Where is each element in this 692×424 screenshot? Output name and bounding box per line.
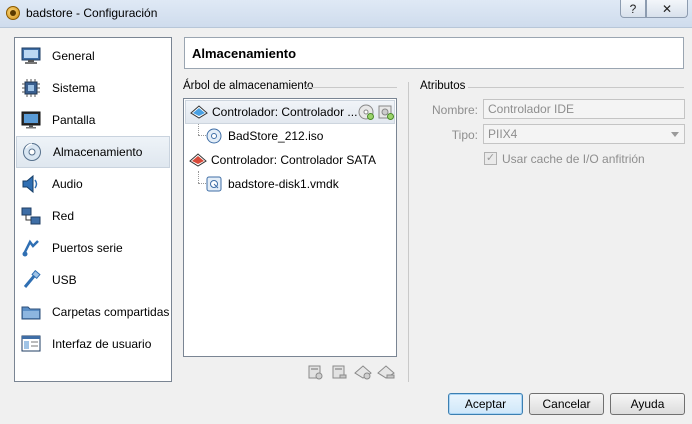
tree-item-label: BadStore_212.iso	[228, 129, 324, 143]
add-hard-disk-icon[interactable]	[378, 104, 394, 120]
tree-item-label: badstore-disk1.vmdk	[228, 177, 339, 191]
sidebar-item-puertos-serie[interactable]: Puertos serie	[16, 232, 170, 264]
sidebar-item-almacenamiento[interactable]: Almacenamiento	[16, 136, 170, 168]
sidebar-item-red[interactable]: Red	[16, 200, 170, 232]
tree-item-ide-controller[interactable]: Controlador: Controlador ...	[185, 100, 395, 124]
tree-item-optical-disk[interactable]: BadStore_212.iso	[206, 124, 323, 148]
title-bar: badstore - Configuración ? ✕	[0, 0, 692, 28]
settings-category-list: General Sistema Pantalla Almacenamiento …	[14, 37, 172, 382]
name-label: Nombre:	[431, 103, 478, 117]
shared-folder-icon	[20, 301, 42, 323]
cancel-button[interactable]: Cancelar	[529, 393, 604, 415]
vertical-divider	[408, 82, 409, 382]
type-label: Tipo:	[451, 128, 478, 142]
name-field[interactable]: Controlador IDE	[483, 99, 685, 119]
add-optical-drive-icon[interactable]	[358, 104, 374, 120]
group-divider	[468, 87, 684, 88]
display-icon	[20, 109, 42, 131]
hard-disk-icon	[206, 176, 222, 192]
remove-attachment-icon[interactable]	[330, 363, 348, 381]
page-title: Almacenamiento	[184, 37, 684, 69]
ide-controller-icon	[190, 104, 208, 120]
attributes-group-label: Atributos	[420, 80, 466, 92]
tree-item-hard-disk[interactable]: badstore-disk1.vmdk	[206, 172, 339, 196]
sidebar-item-label: Red	[52, 209, 75, 223]
remove-controller-icon[interactable]	[377, 363, 395, 381]
settings-window: badstore - Configuración ? ✕ General Sis…	[0, 0, 692, 424]
sidebar-item-general[interactable]: General	[16, 40, 170, 72]
help-title-button[interactable]: ?	[620, 0, 646, 18]
sidebar-item-audio[interactable]: Audio	[16, 168, 170, 200]
disk-icon	[21, 141, 43, 163]
virtualbox-icon	[6, 6, 20, 20]
sidebar-item-label: Audio	[52, 177, 83, 191]
chip-icon	[20, 77, 42, 99]
sidebar-item-label: Almacenamiento	[53, 145, 143, 159]
type-select-value: PIIX4	[488, 127, 518, 141]
sidebar-item-label: Puertos serie	[52, 241, 123, 255]
tree-item-label: Controlador: Controlador SATA	[211, 153, 376, 167]
sidebar-item-label: Sistema	[52, 81, 96, 95]
close-button[interactable]: ✕	[646, 0, 688, 18]
accept-button[interactable]: Aceptar	[448, 393, 523, 415]
sidebar-item-label: General	[52, 49, 95, 63]
sata-controller-icon	[189, 152, 207, 168]
network-icon	[20, 205, 42, 227]
group-divider	[305, 87, 397, 88]
tree-item-sata-controller[interactable]: Controlador: Controlador SATA	[185, 148, 376, 172]
sidebar-item-carpetas-compartidas[interactable]: Carpetas compartidas	[16, 296, 170, 328]
optical-disk-icon	[206, 128, 222, 144]
tree-connector	[198, 135, 206, 136]
storage-tree-group-label: Árbol de almacenamiento	[183, 80, 314, 92]
sidebar-item-interfaz-de-usuario[interactable]: Interfaz de usuario	[16, 328, 170, 360]
window-title: badstore - Configuración	[26, 6, 158, 20]
sidebar-item-label: Carpetas compartidas	[52, 305, 170, 319]
add-attachment-icon[interactable]	[306, 363, 324, 381]
tree-connector	[198, 123, 199, 135]
usb-icon	[20, 269, 42, 291]
sidebar-item-pantalla[interactable]: Pantalla	[16, 104, 170, 136]
add-controller-icon[interactable]	[354, 363, 372, 381]
help-button[interactable]: Ayuda	[610, 393, 685, 415]
chevron-down-icon	[671, 132, 679, 137]
sidebar-item-usb[interactable]: USB	[16, 264, 170, 296]
serial-port-icon	[20, 237, 42, 259]
storage-tree: Controlador: Controlador ... BadStore_21…	[183, 98, 397, 357]
tree-connector	[198, 183, 206, 184]
sidebar-item-label: Interfaz de usuario	[52, 337, 152, 351]
host-io-cache-checkbox[interactable]: ✓	[484, 152, 497, 165]
type-select[interactable]: PIIX4	[483, 124, 685, 144]
monitor-icon	[20, 45, 42, 67]
sidebar-item-sistema[interactable]: Sistema	[16, 72, 170, 104]
user-interface-icon	[20, 333, 42, 355]
tree-item-label: Controlador: Controlador ...	[212, 105, 358, 119]
sidebar-item-label: USB	[52, 273, 77, 287]
speaker-icon	[20, 173, 42, 195]
sidebar-item-label: Pantalla	[52, 113, 96, 127]
host-io-cache-label: Usar cache de I/O anfitrión	[502, 152, 645, 166]
tree-connector	[198, 171, 199, 183]
